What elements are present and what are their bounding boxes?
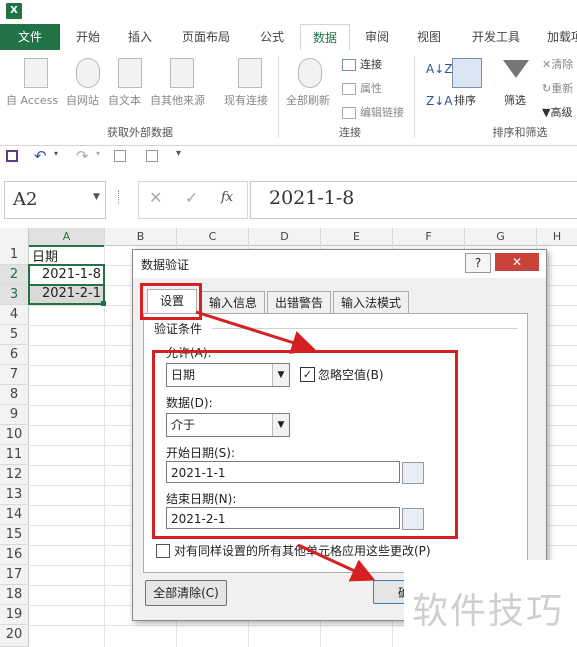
annotation-arrow bbox=[195, 310, 316, 355]
watermark-text: 软件技巧 bbox=[412, 591, 565, 632]
annotation-arrows bbox=[195, 310, 376, 582]
annotation-arrow bbox=[297, 543, 376, 582]
watermark-panel: 软件技巧 bbox=[404, 560, 577, 647]
